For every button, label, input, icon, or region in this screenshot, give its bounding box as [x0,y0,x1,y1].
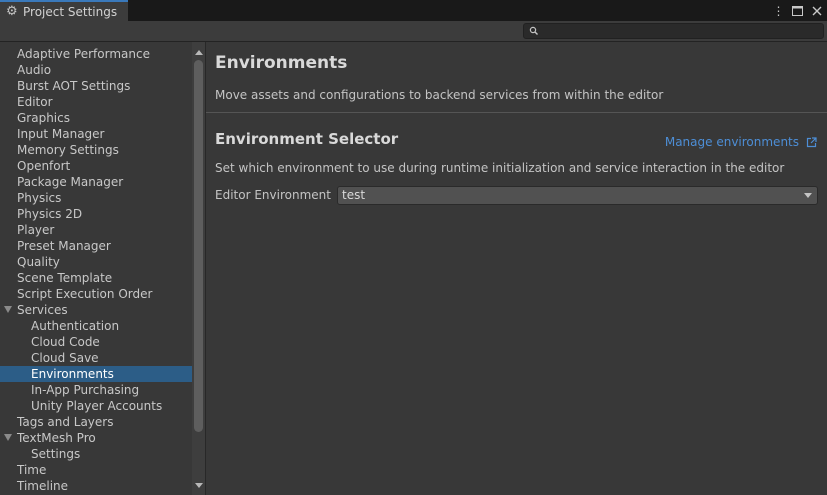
sidebar-list: Adaptive Performance Audio Burst AOT Setti… [0,46,192,494]
sidebar-scrollbar[interactable] [192,42,205,495]
project-settings-tab[interactable]: ⚙ Project Settings [0,0,128,21]
chevron-down-icon [804,193,812,198]
sidebar-item-label: Scene Template [17,271,113,285]
sidebar-item-cloud-code[interactable]: Cloud Code [0,334,192,350]
sidebar-item-burst-aot-settings[interactable]: Burst AOT Settings [0,78,192,94]
search-box[interactable] [523,23,824,39]
sidebar-item-label: Cloud Code [31,335,100,349]
sidebar-item-settings[interactable]: Settings [0,446,192,462]
gear-icon: ⚙ [6,4,18,19]
sidebar-item-label: Environments [31,367,114,381]
sidebar-item-authentication[interactable]: Authentication [0,318,192,334]
sidebar-item-label: Physics 2D [17,207,83,221]
sidebar-item-label: Burst AOT Settings [17,79,131,93]
editor-environment-label: Editor Environment [215,188,331,202]
toolbar [0,21,827,42]
sidebar-item-services[interactable]: Services [0,302,192,318]
more-icon[interactable]: ⋮ [772,3,785,18]
page-description: Move assets and configurations to backen… [215,88,664,102]
section-description: Set which environment to use during runt… [215,161,785,175]
title-bar: ⚙ Project Settings ⋮ [0,0,827,21]
sidebar-item-environments[interactable]: Environments [0,366,192,382]
dropdown-value: test [342,188,366,202]
sidebar-item-label: Time [17,463,47,477]
sidebar-item-scene-template[interactable]: Scene Template [0,270,192,286]
sidebar-item-label: TextMesh Pro [17,431,96,445]
sidebar-item-label: Cloud Save [31,351,99,365]
sidebar-item-label: Preset Manager [17,239,111,253]
sidebar-item-package-manager[interactable]: Package Manager [0,174,192,190]
divider [206,112,827,113]
sidebar-item-preset-manager[interactable]: Preset Manager [0,238,192,254]
section-title: Environment Selector [215,130,399,148]
sidebar-item-player[interactable]: Player [0,222,192,238]
scroll-down-arrow-icon[interactable] [195,483,203,488]
sidebar-item-label: Tags and Layers [17,415,114,429]
editor-environment-dropdown[interactable]: test [337,186,818,205]
sidebar-item-openfort[interactable]: Openfort [0,158,192,174]
main-panel: Environments Move assets and configurati… [206,42,827,495]
tab-title: Project Settings [23,4,118,19]
sidebar-item-tags-and-layers[interactable]: Tags and Layers [0,414,192,430]
sidebar-item-label: Editor [17,95,53,109]
sidebar-item-script-execution-order[interactable]: Script Execution Order [0,286,192,302]
window-controls: ⋮ [772,2,823,19]
sidebar-item-label: Quality [17,255,60,269]
sidebar-item-physics-2d[interactable]: Physics 2D [0,206,192,222]
sidebar-item-cloud-save[interactable]: Cloud Save [0,350,192,366]
sidebar-item-label: Input Manager [17,127,105,141]
sidebar-item-label: Services [17,303,68,317]
sidebar-item-label: Unity Player Accounts [31,399,163,413]
sidebar-item-label: Physics [17,191,62,205]
sidebar-item-adaptive-performance[interactable]: Adaptive Performance [0,46,192,62]
sidebar-item-audio[interactable]: Audio [0,62,192,78]
search-input[interactable] [542,24,820,38]
sidebar-item-textmesh-pro[interactable]: TextMesh Pro [0,430,192,446]
sidebar-item-graphics[interactable]: Graphics [0,110,192,126]
sidebar-item-label: Memory Settings [17,143,119,157]
sidebar-item-label: Script Execution Order [17,287,153,301]
sidebar-item-time[interactable]: Time [0,462,192,478]
sidebar-item-label: Package Manager [17,175,124,189]
sidebar-item-label: Graphics [17,111,70,125]
manage-environments-link[interactable]: Manage environments [665,135,817,149]
foldout-arrow-icon[interactable] [4,306,12,313]
sidebar-item-label: Player [17,223,55,237]
sidebar-item-memory-settings[interactable]: Memory Settings [0,142,192,158]
sidebar-item-quality[interactable]: Quality [0,254,192,270]
sidebar-item-unity-player-accounts[interactable]: Unity Player Accounts [0,398,192,414]
sidebar-item-label: Audio [17,63,52,77]
sidebar-item-in-app-purchasing[interactable]: In-App Purchasing [0,382,192,398]
scroll-up-arrow-icon[interactable] [195,50,203,55]
sidebar-item-label: Authentication [31,319,120,333]
sidebar-item-editor[interactable]: Editor [0,94,192,110]
close-icon[interactable] [810,3,823,18]
scroll-thumb[interactable] [194,60,203,432]
sidebar-item-label: Timeline [17,479,69,493]
maximize-icon[interactable] [791,3,804,18]
sidebar-item-input-manager[interactable]: Input Manager [0,126,192,142]
sidebar-item-physics[interactable]: Physics [0,190,192,206]
manage-environments-label: Manage environments [664,135,799,149]
sidebar-item-label: Adaptive Performance [17,47,150,61]
sidebar-item-label: Settings [31,447,81,461]
foldout-arrow-icon[interactable] [4,434,12,441]
sidebar-item-label: Openfort [17,159,71,173]
sidebar-item-timeline[interactable]: Timeline [0,478,192,494]
sidebar-item-label: In-App Purchasing [31,383,140,397]
search-icon [529,26,538,35]
external-link-icon [806,136,817,147]
sidebar: Adaptive Performance Audio Burst AOT Setti… [0,42,205,495]
page-title: Environments [215,53,348,73]
